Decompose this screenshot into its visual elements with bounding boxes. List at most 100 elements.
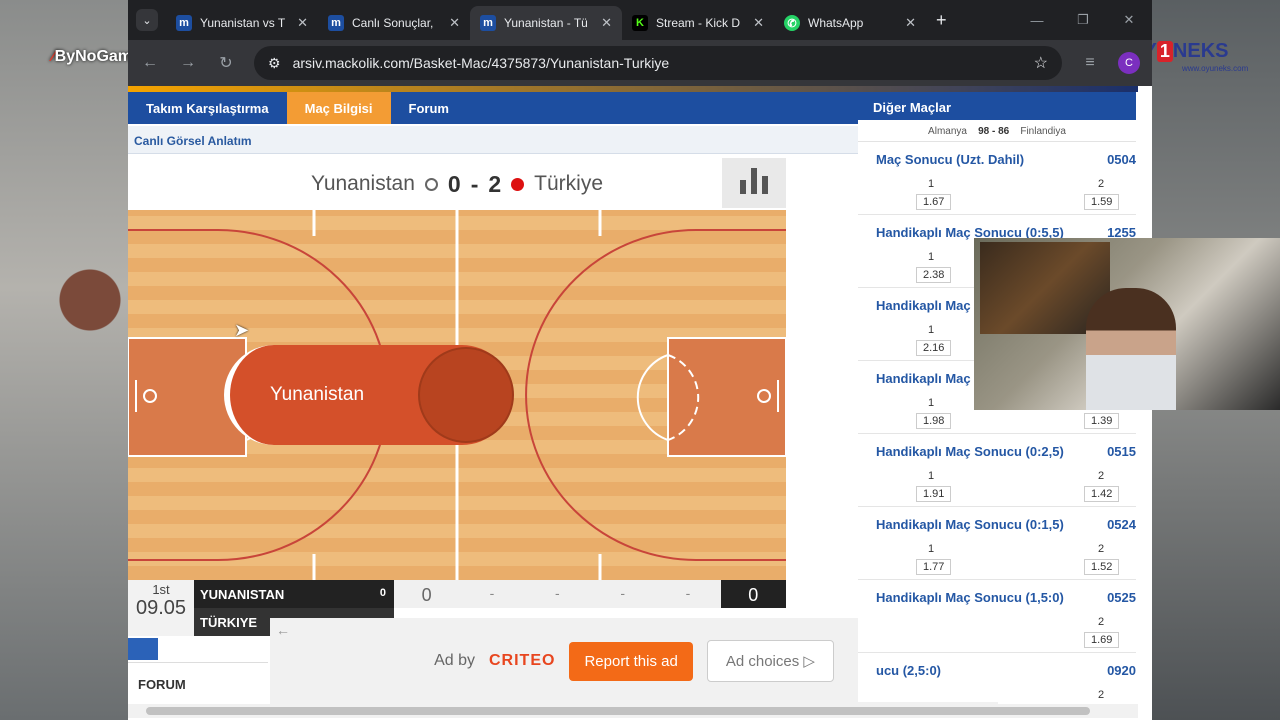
- market-label-1: 1: [928, 397, 935, 409]
- kick-icon: K: [632, 15, 648, 31]
- odd-1[interactable]: 1.67: [916, 194, 952, 210]
- tab-1[interactable]: m Canlı Sonuçlar, ✕: [318, 6, 470, 40]
- close-icon[interactable]: ✕: [449, 15, 460, 31]
- odd-1[interactable]: 2.16: [916, 340, 952, 356]
- market-label-1: 1: [928, 470, 935, 482]
- market-title: Handikaplı Maç: [876, 298, 971, 313]
- tab-search-icon[interactable]: ⌄: [136, 9, 158, 31]
- tab-takim-karsilastirma[interactable]: Takım Karşılaştırma: [128, 92, 287, 124]
- site-settings-icon[interactable]: ⚙: [268, 55, 281, 72]
- away-score: 2: [488, 170, 502, 197]
- blue-block: [128, 638, 158, 660]
- market-label-1: 1: [928, 543, 935, 555]
- address-bar[interactable]: ⚙ arsiv.mackolik.com/Basket-Mac/4375873/…: [254, 46, 1062, 80]
- away-team-name: Türkiye: [534, 172, 604, 195]
- back-icon[interactable]: ←: [140, 54, 160, 72]
- market-label-2: 2: [1098, 543, 1105, 555]
- home-row: YUNANISTAN 0: [194, 580, 394, 608]
- market-5[interactable]: Handikaplı Maç Sonucu (0:1,5) 0524 1 2 1.77 1…: [858, 507, 1136, 580]
- market-code: 0515: [1107, 444, 1136, 459]
- criteo-logo[interactable]: CRITEO: [489, 652, 555, 670]
- market-label-2: 2: [1098, 616, 1105, 628]
- market-code: 0524: [1107, 517, 1136, 532]
- odd-1[interactable]: 1.98: [916, 413, 952, 429]
- tab-0[interactable]: m Yunanistan vs T ✕: [166, 6, 318, 40]
- odd-2[interactable]: 1.69: [1084, 632, 1120, 648]
- maximize-icon[interactable]: ❐: [1060, 0, 1106, 40]
- whatsapp-icon: ✆: [784, 15, 800, 31]
- forward-icon[interactable]: →: [178, 54, 198, 72]
- mackolik-icon: m: [328, 15, 344, 31]
- sidebar-title: Diğer Maçlar: [858, 92, 1136, 120]
- market-title: Handikaplı Maç Sonucu (1,5:0): [876, 590, 1064, 605]
- odd-2[interactable]: 1.39: [1084, 413, 1120, 429]
- stats-chart-icon[interactable]: [722, 158, 786, 208]
- basketball-icon: [418, 347, 514, 443]
- url-text: arsiv.mackolik.com/Basket-Mac/4375873/Yu…: [292, 55, 670, 71]
- tab-4[interactable]: ✆ WhatsApp ✕: [774, 6, 926, 40]
- market-title: Maç Sonucu (Uzt. Dahil): [876, 152, 1025, 167]
- market-label-1: 1: [928, 251, 935, 263]
- ad-back-icon[interactable]: ←: [276, 622, 290, 638]
- tab-2-active[interactable]: m Yunanistan - Tü ✕: [470, 6, 622, 40]
- profile-avatar[interactable]: C: [1118, 52, 1140, 74]
- tab-strip: ⌄ m Yunanistan vs T ✕ m Canlı Sonuçlar, ✕ mY…: [128, 0, 1152, 40]
- sidebar-match[interactable]: Almanya 98 - 86 Finlandiya: [858, 120, 1136, 142]
- betting-markets: Maç Sonucu (Uzt. Dahil) 0504 1 2 1.67 1.59 Han…: [858, 142, 1136, 720]
- scoreboard: Yunanistan 0 - 2 Türkiye: [128, 158, 786, 210]
- odd-1[interactable]: 2.38: [916, 267, 952, 283]
- tab-forum[interactable]: Forum: [391, 92, 467, 124]
- home-score: 0: [447, 170, 461, 197]
- minimize-icon[interactable]: —: [1014, 0, 1060, 40]
- market-title: Handikaplı Maç: [876, 371, 971, 386]
- stream-left-panel: [0, 0, 128, 720]
- ad-by-label: Ad by: [434, 652, 475, 669]
- bookmark-star-icon[interactable]: ☆: [1034, 53, 1048, 73]
- close-icon[interactable]: ✕: [297, 15, 308, 31]
- possession-indicator: Yunanistan: [224, 345, 514, 445]
- streamer-figure: [1086, 288, 1176, 410]
- odd-2[interactable]: 1.52: [1084, 559, 1120, 575]
- market-code: 0920: [1107, 663, 1136, 678]
- window-controls: — ❐ ✕: [1014, 0, 1152, 40]
- browser-toolbar: ← → ↻ ⚙ arsiv.mackolik.com/Basket-Mac/43…: [128, 40, 1152, 86]
- market-label-1: 1: [928, 324, 935, 336]
- close-icon[interactable]: ✕: [753, 15, 764, 31]
- market-label-1: 1: [928, 178, 935, 190]
- odd-2[interactable]: 1.42: [1084, 486, 1120, 502]
- scrollbar-thumb[interactable]: [146, 707, 1090, 715]
- market-code: 0525: [1107, 590, 1136, 605]
- close-icon[interactable]: ✕: [601, 15, 612, 31]
- close-window-icon[interactable]: ✕: [1106, 0, 1152, 40]
- quarter-scores: 0 - - - - 0: [394, 580, 786, 608]
- market-code: 0504: [1107, 152, 1136, 167]
- market-0[interactable]: Maç Sonucu (Uzt. Dahil) 0504 1 2 1.67 1.59: [858, 142, 1136, 215]
- new-tab-button[interactable]: +: [936, 10, 947, 31]
- reload-icon[interactable]: ↻: [216, 53, 236, 73]
- away-team-marker: [511, 177, 525, 191]
- market-title: Handikaplı Maç Sonucu (0:2,5): [876, 444, 1064, 459]
- media-icon[interactable]: ≡: [1080, 54, 1100, 72]
- horizontal-scrollbar[interactable]: [128, 704, 1138, 718]
- section-title: Canlı Görsel Anlatım: [128, 126, 858, 154]
- market-6[interactable]: Handikaplı Maç Sonucu (1,5:0) 0525 2 1.69: [858, 580, 1136, 653]
- score-separator: -: [470, 170, 479, 197]
- tab-mac-bilgisi[interactable]: Maç Bilgisi: [286, 92, 391, 124]
- odd-1[interactable]: 1.77: [916, 559, 952, 575]
- market-label-2: 2: [1098, 689, 1105, 701]
- tab-3[interactable]: K Stream - Kick D ✕: [622, 6, 774, 40]
- market-label-2: 2: [1098, 470, 1105, 482]
- basketball-court: Yunanistan ➤: [128, 210, 786, 580]
- odd-1[interactable]: 1.91: [916, 486, 952, 502]
- ad-choices-button[interactable]: Ad choices ▷: [706, 640, 834, 682]
- close-icon[interactable]: ✕: [905, 15, 916, 31]
- market-4[interactable]: Handikaplı Maç Sonucu (0:2,5) 0515 1 2 1.91 1…: [858, 434, 1136, 507]
- market-title: Handikaplı Maç Sonucu (0:1,5): [876, 517, 1064, 532]
- report-ad-button[interactable]: Report this ad: [569, 641, 693, 681]
- match-nav: Takım Karşılaştırma Maç Bilgisi Forum: [128, 92, 858, 124]
- forum-section-title[interactable]: FORUM: [128, 662, 268, 702]
- odd-2[interactable]: 1.59: [1084, 194, 1120, 210]
- market-label-2: 2: [1098, 178, 1105, 190]
- quarter-clock: 1st 09.05: [128, 580, 194, 636]
- market-title: ucu (2,5:0): [876, 663, 942, 678]
